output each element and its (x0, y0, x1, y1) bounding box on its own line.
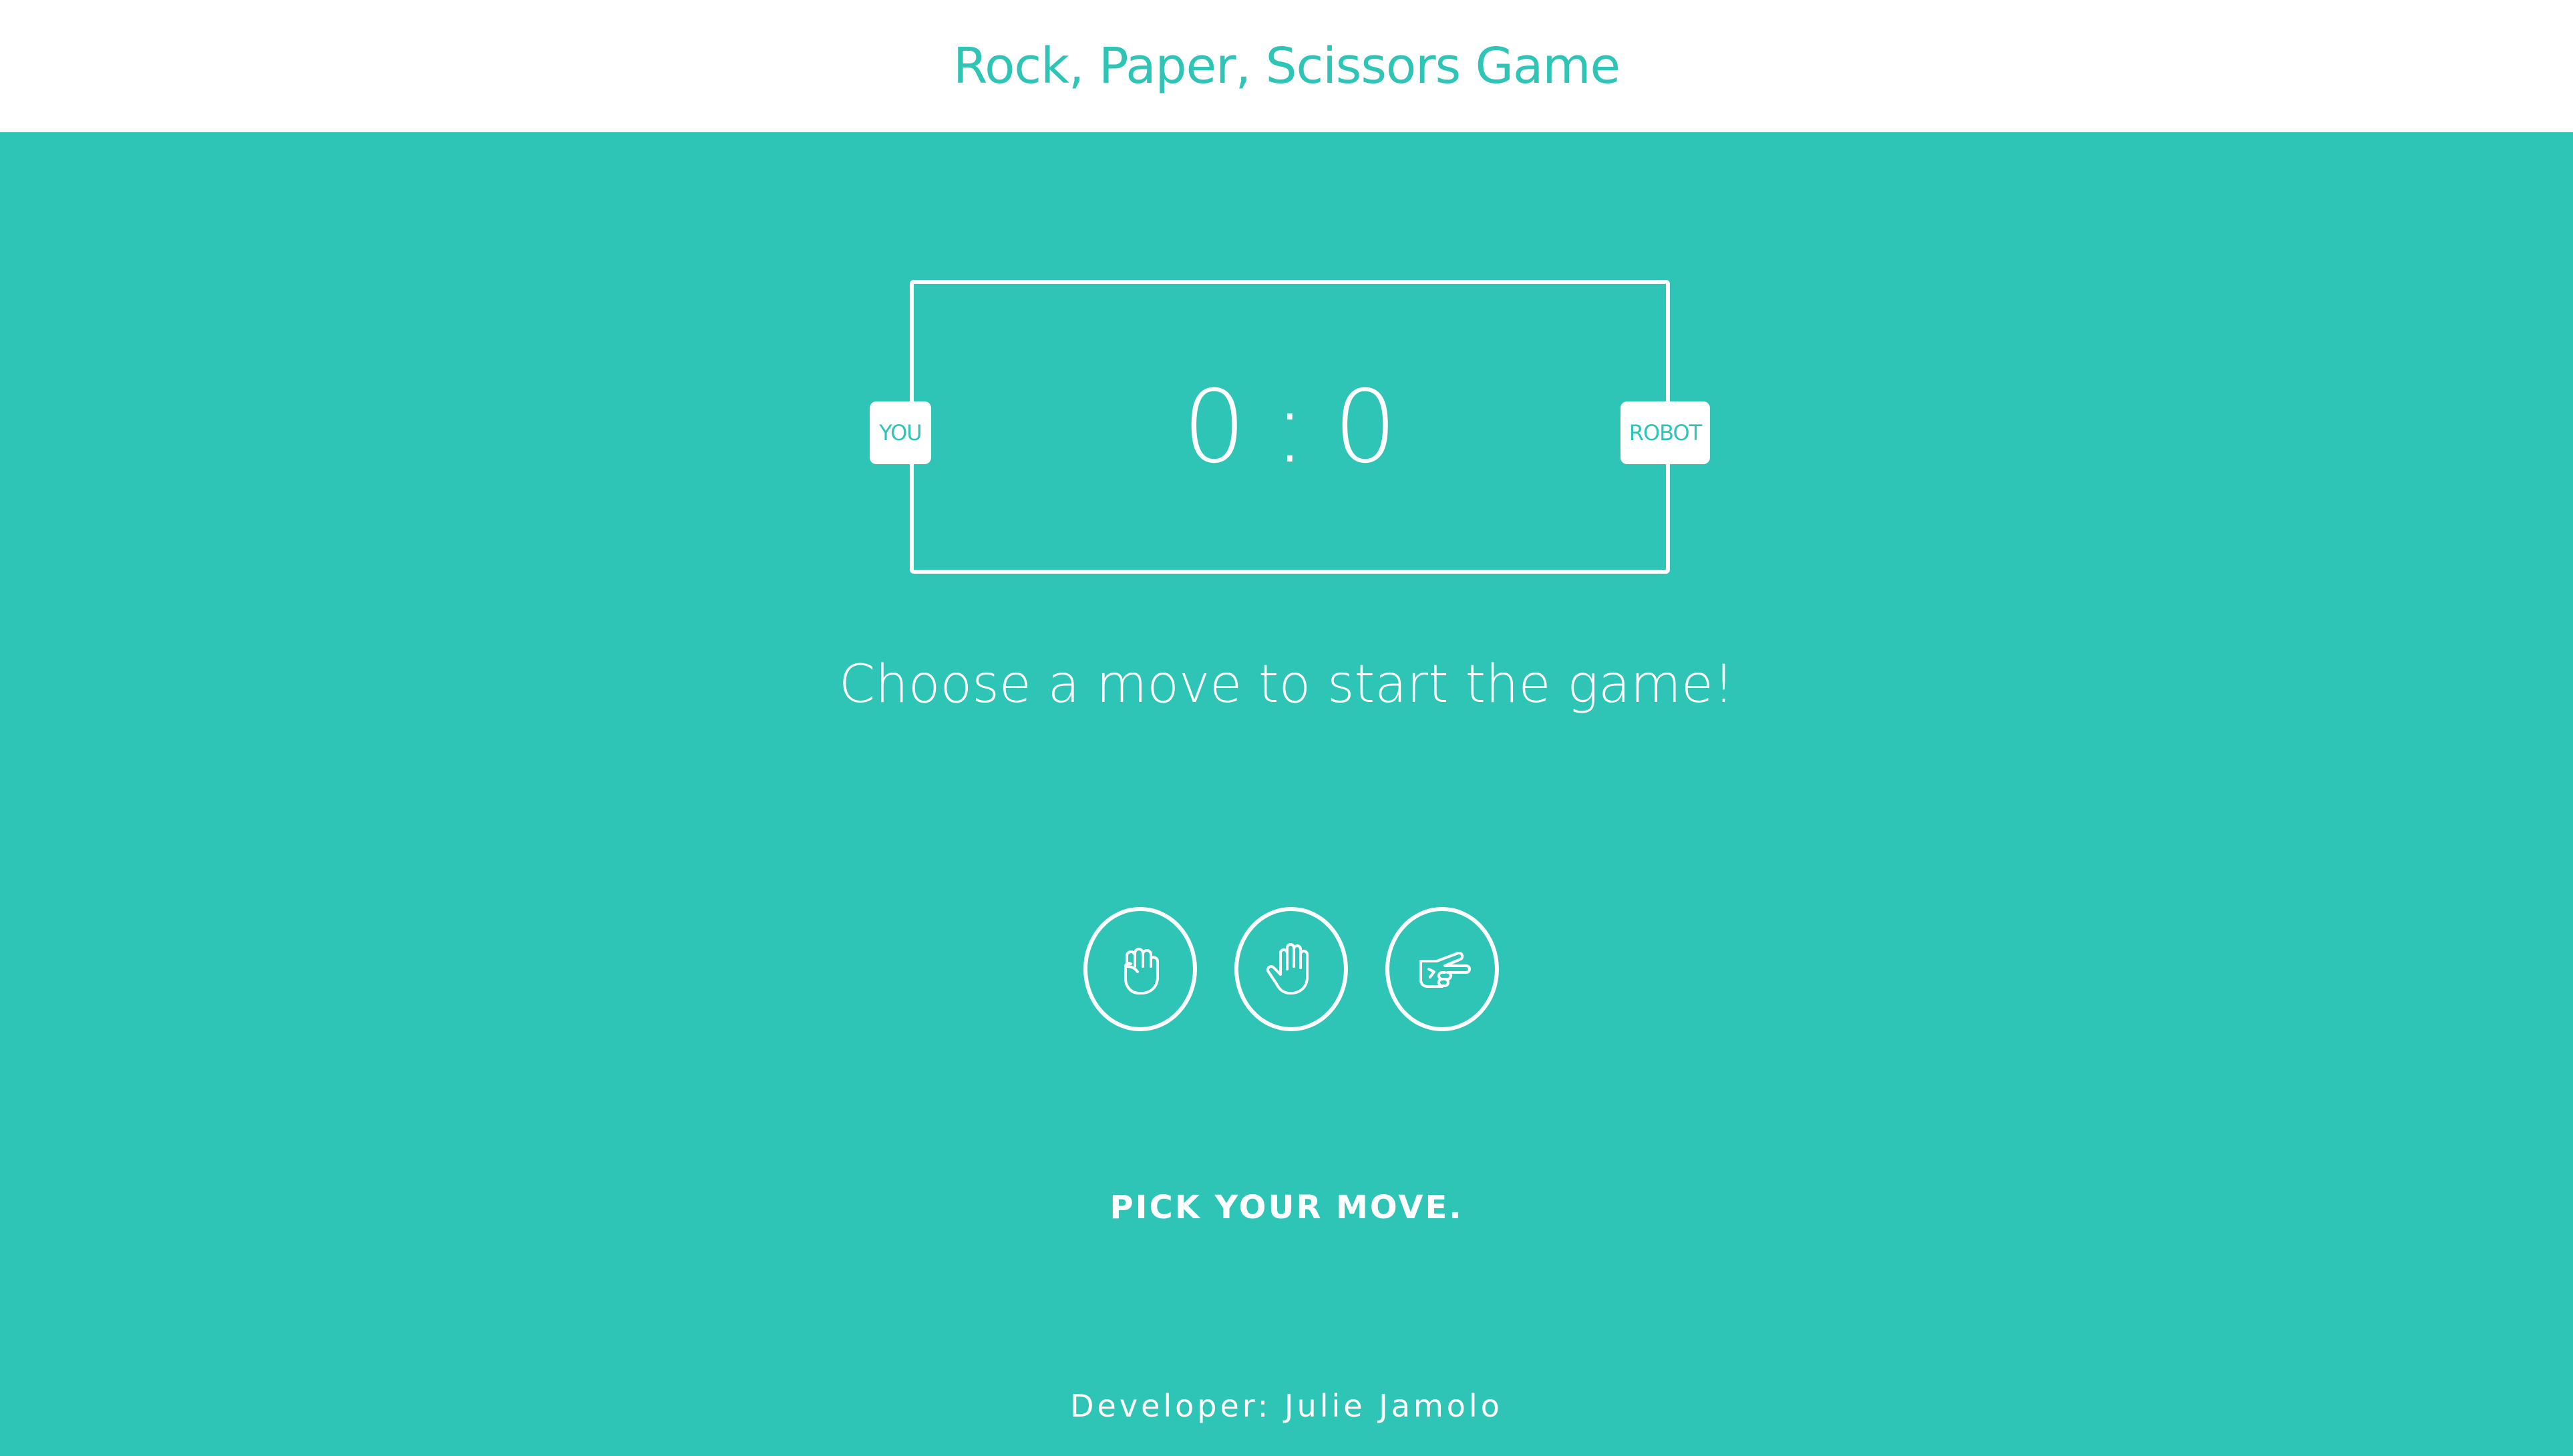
robot-badge: ROBOT (1620, 401, 1710, 464)
player-score: 0 (1182, 369, 1246, 486)
game-message: Choose a move to start the game! (838, 655, 1735, 715)
paper-button[interactable] (1234, 907, 1348, 1031)
move-options (1083, 907, 1499, 1031)
rock-button[interactable] (1083, 907, 1197, 1031)
rock-hand-icon (1124, 948, 1159, 994)
robot-score: 0 (1333, 369, 1397, 486)
score-separator: : (1272, 369, 1307, 486)
pick-move-prompt: PICK YOUR MOVE. (1109, 1189, 1464, 1226)
page-header: Rock, Paper, Scissors Game (0, 0, 2573, 132)
paper-hand-icon (1266, 943, 1309, 994)
developer-credit: Developer: Julie Jamolo (1070, 1388, 1503, 1424)
scoreboard: YOU 0:0 ROBOT (870, 280, 1710, 574)
scissors-hand-icon (1419, 951, 1471, 988)
page-title: Rock, Paper, Scissors Game (953, 37, 1620, 95)
score-display: 0:0 (914, 377, 1666, 478)
scissors-button[interactable] (1385, 907, 1499, 1031)
